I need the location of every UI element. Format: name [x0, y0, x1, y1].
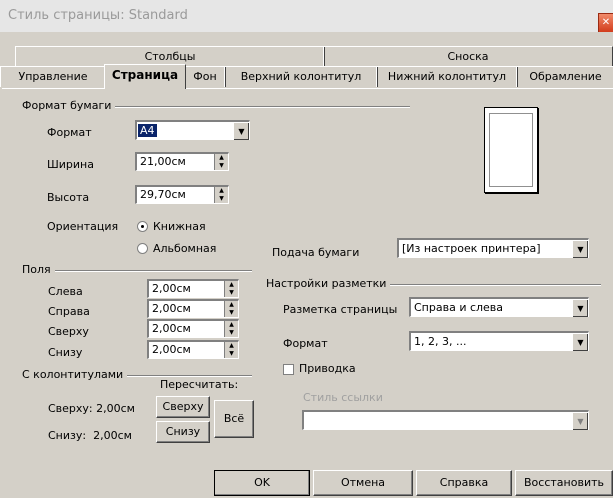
header-bottom-text: Снизу: 2,00см	[48, 429, 132, 442]
page-preview-margins	[489, 113, 533, 187]
spin-up-icon[interactable]: ▲	[225, 301, 238, 309]
spin-down-icon[interactable]: ▼	[225, 289, 238, 297]
paper-source-select[interactable]: [Из настроек принтера] ▼	[397, 238, 589, 258]
landscape-label[interactable]: Альбомная	[153, 242, 216, 255]
header-top-text: Сверху: 2,00см	[48, 402, 135, 415]
spin-up-icon[interactable]: ▲	[215, 154, 228, 162]
numbering-format-select[interactable]: 1, 2, 3, ... ▼	[409, 331, 589, 351]
spin-up-icon[interactable]: ▲	[225, 281, 238, 289]
ok-button[interactable]: OK	[214, 470, 310, 496]
paper-source-value: [Из настроек принтера]	[402, 242, 541, 255]
margin-left-label: Слева	[48, 285, 83, 298]
height-label: Высота	[47, 191, 90, 204]
page-layout-label: Разметка страницы	[283, 303, 398, 316]
spin-down-icon[interactable]: ▼	[225, 309, 238, 317]
close-icon[interactable]: ✕	[598, 13, 613, 33]
margins-divider	[22, 270, 252, 272]
page-preview	[484, 107, 538, 193]
paper-format-title: Формат бумаги	[22, 99, 116, 112]
margin-left-spinner[interactable]: 2,00см ▲ ▼	[147, 279, 239, 298]
recalc-bottom-button[interactable]: Снизу	[156, 421, 210, 443]
spin-down-icon[interactable]: ▼	[215, 162, 228, 170]
tab-borders[interactable]: Обрамление	[516, 66, 613, 87]
spin-up-icon[interactable]: ▲	[225, 321, 238, 329]
height-stepper[interactable]: ▲ ▼	[214, 187, 228, 203]
tab-footer[interactable]: Нижний колонтитул	[376, 66, 518, 87]
recalc-label: Пересчитать:	[160, 378, 239, 391]
cancel-button[interactable]: Отмена	[313, 470, 413, 496]
format-label: Формат	[47, 126, 92, 139]
width-stepper[interactable]: ▲ ▼	[214, 154, 228, 170]
height-spinner[interactable]: 29,70см ▲ ▼	[135, 185, 229, 204]
chevron-down-icon[interactable]: ▼	[572, 299, 588, 317]
help-button[interactable]: Справка	[416, 470, 512, 496]
register-true-checkbox[interactable]	[283, 364, 294, 375]
tab-page[interactable]: Страница	[104, 64, 186, 89]
page-layout-value: Справа и слева	[414, 301, 504, 314]
numbering-format-value: 1, 2, 3, ...	[414, 335, 467, 348]
margin-left-value: 2,00см	[152, 282, 191, 295]
chevron-down-icon[interactable]: ▼	[572, 240, 588, 258]
width-value: 21,00см	[140, 155, 186, 168]
spin-down-icon[interactable]: ▼	[225, 329, 238, 337]
spin-up-icon[interactable]: ▲	[225, 342, 238, 350]
margin-bottom-label: Снизу	[48, 346, 83, 359]
window-title: Стиль страницы: Standard	[8, 8, 188, 23]
margin-right-spinner[interactable]: 2,00см ▲ ▼	[147, 299, 239, 318]
chevron-down-icon[interactable]: ▼	[233, 122, 249, 140]
with-headers-title: С колонтитулами	[22, 368, 128, 381]
margin-top-stepper[interactable]: ▲ ▼	[224, 321, 238, 337]
format-value: A4	[138, 124, 157, 137]
margins-title: Поля	[22, 263, 55, 276]
format-select[interactable]: A4 ▼	[135, 120, 250, 140]
landscape-radio[interactable]	[137, 243, 148, 254]
title-bar: Стиль страницы: Standard ✕	[0, 0, 613, 33]
reset-button[interactable]: Восстановить	[515, 470, 613, 496]
spin-down-icon[interactable]: ▼	[215, 195, 228, 203]
portrait-label[interactable]: Книжная	[153, 220, 206, 233]
margin-top-value: 2,00см	[152, 322, 191, 335]
tab-footnote[interactable]: Сноска	[323, 46, 613, 67]
margin-bottom-stepper[interactable]: ▲ ▼	[224, 342, 238, 358]
height-value: 29,70см	[140, 188, 186, 201]
register-true-label[interactable]: Приводка	[299, 362, 356, 375]
tab-organizer[interactable]: Управление	[0, 66, 106, 87]
recalc-top-button[interactable]: Сверху	[156, 396, 210, 418]
margin-top-spinner[interactable]: 2,00см ▲ ▼	[147, 319, 239, 338]
layout-title: Настройки разметки	[266, 277, 391, 290]
width-label: Ширина	[47, 158, 94, 171]
ref-style-select[interactable]: ▼	[302, 410, 589, 430]
chevron-down-icon[interactable]: ▼	[572, 412, 588, 430]
margin-right-label: Справа	[48, 305, 90, 318]
ref-style-label: Стиль ссылки	[303, 391, 383, 404]
portrait-radio[interactable]	[137, 221, 148, 232]
margin-bottom-spinner[interactable]: 2,00см ▲ ▼	[147, 340, 239, 359]
paper-source-label: Подача бумаги	[272, 246, 360, 259]
margin-right-value: 2,00см	[152, 302, 191, 315]
margin-right-stepper[interactable]: ▲ ▼	[224, 301, 238, 317]
margin-top-label: Сверху	[48, 325, 89, 338]
tab-header[interactable]: Верхний колонтитул	[224, 66, 378, 87]
width-spinner[interactable]: 21,00см ▲ ▼	[135, 152, 229, 171]
spin-down-icon[interactable]: ▼	[225, 350, 238, 358]
orientation-label: Ориентация	[47, 220, 119, 233]
recalc-all-button[interactable]: Всё	[214, 400, 254, 438]
margin-left-stepper[interactable]: ▲ ▼	[224, 281, 238, 297]
numbering-format-label: Формат	[283, 337, 328, 350]
tab-background[interactable]: Фон	[184, 66, 226, 87]
chevron-down-icon[interactable]: ▼	[572, 333, 588, 351]
page-layout-select[interactable]: Справа и слева ▼	[409, 297, 589, 317]
spin-up-icon[interactable]: ▲	[215, 187, 228, 195]
margin-bottom-value: 2,00см	[152, 343, 191, 356]
